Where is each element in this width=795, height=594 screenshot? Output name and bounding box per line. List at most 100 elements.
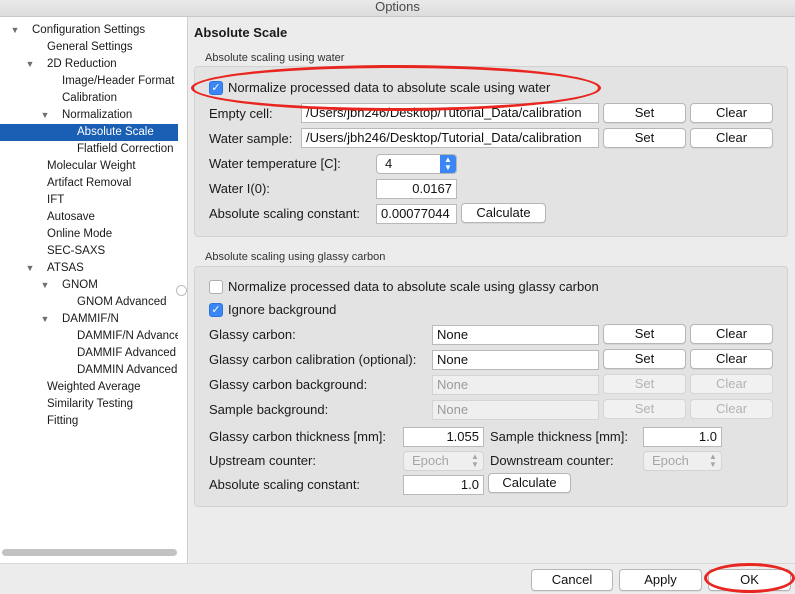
water-i0-field[interactable]: 0.0167: [376, 179, 457, 199]
tree-item-label: Molecular Weight: [47, 160, 136, 172]
disclosure-triangle-icon[interactable]: ▼: [25, 56, 35, 73]
glassy-carbon-thickness-field[interactable]: 1.055: [403, 427, 484, 447]
tree-item[interactable]: Artifact Removal: [0, 175, 178, 192]
tree-item[interactable]: Online Mode: [0, 226, 178, 243]
disclosure-triangle-icon[interactable]: ▼: [40, 277, 50, 294]
glassy-constant-field[interactable]: 1.0: [403, 475, 484, 495]
stepper-arrows-icon: ▲ ▼: [709, 452, 717, 469]
tree-item[interactable]: DAMMIF/N Advanced: [0, 328, 178, 345]
tree-item-label: Image/Header Format: [62, 75, 175, 87]
water-sample-set-button[interactable]: Set: [603, 128, 686, 148]
water-sample-label: Water sample:: [209, 131, 293, 146]
water-i0-label: Water I(0):: [209, 181, 270, 196]
glassy-calculate-button[interactable]: Calculate: [488, 473, 571, 493]
sample-background-set-button: Set: [603, 399, 686, 419]
downstream-counter-label: Downstream counter:: [490, 453, 614, 468]
tree-item-label: Configuration Settings: [32, 24, 146, 36]
tree-item[interactable]: ▼ ATSAS: [0, 260, 178, 277]
water-calculate-button[interactable]: Calculate: [461, 203, 546, 223]
glassy-carbon-label: Glassy carbon:: [209, 327, 296, 342]
tree-item-label: Autosave: [47, 211, 95, 223]
glassy-carbon-field[interactable]: None: [432, 325, 599, 345]
tree-item[interactable]: ▼ DAMMIF/N: [0, 311, 178, 328]
upstream-counter-select: Epoch ▲ ▼: [403, 451, 484, 471]
tree-item-label: Weighted Average: [47, 381, 141, 393]
water-normalize-label: Normalize processed data to absolute sca…: [228, 80, 551, 95]
tree-item-label: IFT: [47, 194, 65, 206]
empty-cell-set-button[interactable]: Set: [603, 103, 686, 123]
water-sample-field[interactable]: /Users/jbh246/Desktop/Tutorial_Data/cali…: [301, 128, 599, 148]
tree-item-label: Fitting: [47, 415, 79, 427]
disclosure-triangle-icon[interactable]: ▼: [10, 22, 20, 39]
glassy-calibration-clear-button[interactable]: Clear: [690, 349, 773, 369]
glassy-carbon-background-field: None: [432, 375, 599, 395]
tree-item-label: GNOM Advanced: [77, 296, 167, 308]
glassy-calibration-field[interactable]: None: [432, 350, 599, 370]
tree-item[interactable]: DAMMIN Advanced: [0, 362, 178, 379]
tree-item[interactable]: ▼ Normalization: [0, 107, 178, 124]
tree-item[interactable]: Flatfield Correction: [0, 141, 178, 158]
tree-item[interactable]: SEC-SAXS: [0, 243, 178, 260]
glassy-calibration-set-button[interactable]: Set: [603, 349, 686, 369]
tree-item[interactable]: Fitting: [0, 413, 178, 430]
window-title: Options: [0, 0, 795, 17]
empty-cell-label: Empty cell:: [209, 106, 273, 121]
settings-tree[interactable]: ▼ Configuration Settings General Settings ▼…: [0, 17, 188, 563]
tree-item-label: Absolute Scale: [77, 126, 154, 138]
apply-button[interactable]: Apply: [619, 569, 702, 591]
tree-item[interactable]: DAMMIF Advanced: [0, 345, 178, 362]
ignore-background-checkbox[interactable]: ✓: [209, 303, 223, 317]
tree-item[interactable]: Absolute Scale: [0, 124, 178, 141]
tree-item-label: 2D Reduction: [47, 58, 117, 70]
ok-button[interactable]: OK: [708, 569, 791, 591]
horizontal-scrollbar[interactable]: [2, 549, 177, 556]
water-sample-clear-button[interactable]: Clear: [690, 128, 773, 148]
tree-item-label: General Settings: [47, 41, 133, 53]
tree-item[interactable]: Similarity Testing: [0, 396, 178, 413]
tree-item[interactable]: General Settings: [0, 39, 178, 56]
tree-item-label: Artifact Removal: [47, 177, 132, 189]
glassy-carbon-background-set-button: Set: [603, 374, 686, 394]
tree-item[interactable]: ▼ Configuration Settings: [0, 22, 178, 39]
tree-item-label: Online Mode: [47, 228, 113, 240]
glassy-carbon-thickness-label: Glassy carbon thickness [mm]:: [209, 429, 386, 444]
water-normalize-checkbox[interactable]: ✓: [209, 81, 223, 95]
cancel-button[interactable]: Cancel: [531, 569, 613, 591]
sample-background-field: None: [432, 400, 599, 420]
upstream-counter-label: Upstream counter:: [209, 453, 316, 468]
empty-cell-clear-button[interactable]: Clear: [690, 103, 773, 123]
tree-item-label: GNOM: [62, 279, 98, 291]
tree-item[interactable]: Weighted Average: [0, 379, 178, 396]
glassy-carbon-set-button[interactable]: Set: [603, 324, 686, 344]
stepper-arrows-icon: ▲ ▼: [471, 452, 479, 469]
disclosure-triangle-icon[interactable]: ▼: [40, 311, 50, 328]
tree-item-label: Similarity Testing: [47, 398, 134, 410]
water-temperature-value: 4: [385, 156, 393, 171]
tree-item-label: DAMMIF/N: [62, 313, 119, 325]
tree-item[interactable]: IFT: [0, 192, 178, 209]
disclosure-triangle-icon[interactable]: ▼: [25, 260, 35, 277]
tree-item[interactable]: Autosave: [0, 209, 178, 226]
tree-item[interactable]: Calibration: [0, 90, 178, 107]
sample-background-label: Sample background:: [209, 402, 329, 417]
tree-item-label: Normalization: [62, 109, 133, 121]
tree-item[interactable]: ▼ 2D Reduction: [0, 56, 178, 73]
sample-thickness-field[interactable]: 1.0: [643, 427, 722, 447]
tree-item[interactable]: ▼ GNOM: [0, 277, 178, 294]
tree-item[interactable]: Molecular Weight: [0, 158, 178, 175]
empty-cell-field[interactable]: /Users/jbh246/Desktop/Tutorial_Data/cali…: [301, 103, 599, 123]
scroll-knob[interactable]: [176, 285, 187, 296]
disclosure-triangle-icon[interactable]: ▼: [40, 107, 50, 124]
tree-item-label: DAMMIN Advanced: [77, 364, 178, 376]
water-constant-field[interactable]: 0.00077044: [376, 204, 457, 224]
tree-item-label: Calibration: [62, 92, 117, 104]
tree-item[interactable]: Image/Header Format: [0, 73, 178, 90]
glassy-normalize-checkbox[interactable]: [209, 280, 223, 294]
glassy-calibration-label: Glassy carbon calibration (optional):: [209, 352, 417, 367]
glassy-carbon-background-clear-button: Clear: [690, 374, 773, 394]
tree-item-label: Flatfield Correction: [77, 143, 174, 155]
glassy-carbon-clear-button[interactable]: Clear: [690, 324, 773, 344]
page-title: Absolute Scale: [194, 25, 288, 40]
tree-item[interactable]: GNOM Advanced: [0, 294, 178, 311]
water-temperature-select[interactable]: 4 ▲ ▼: [376, 154, 457, 174]
